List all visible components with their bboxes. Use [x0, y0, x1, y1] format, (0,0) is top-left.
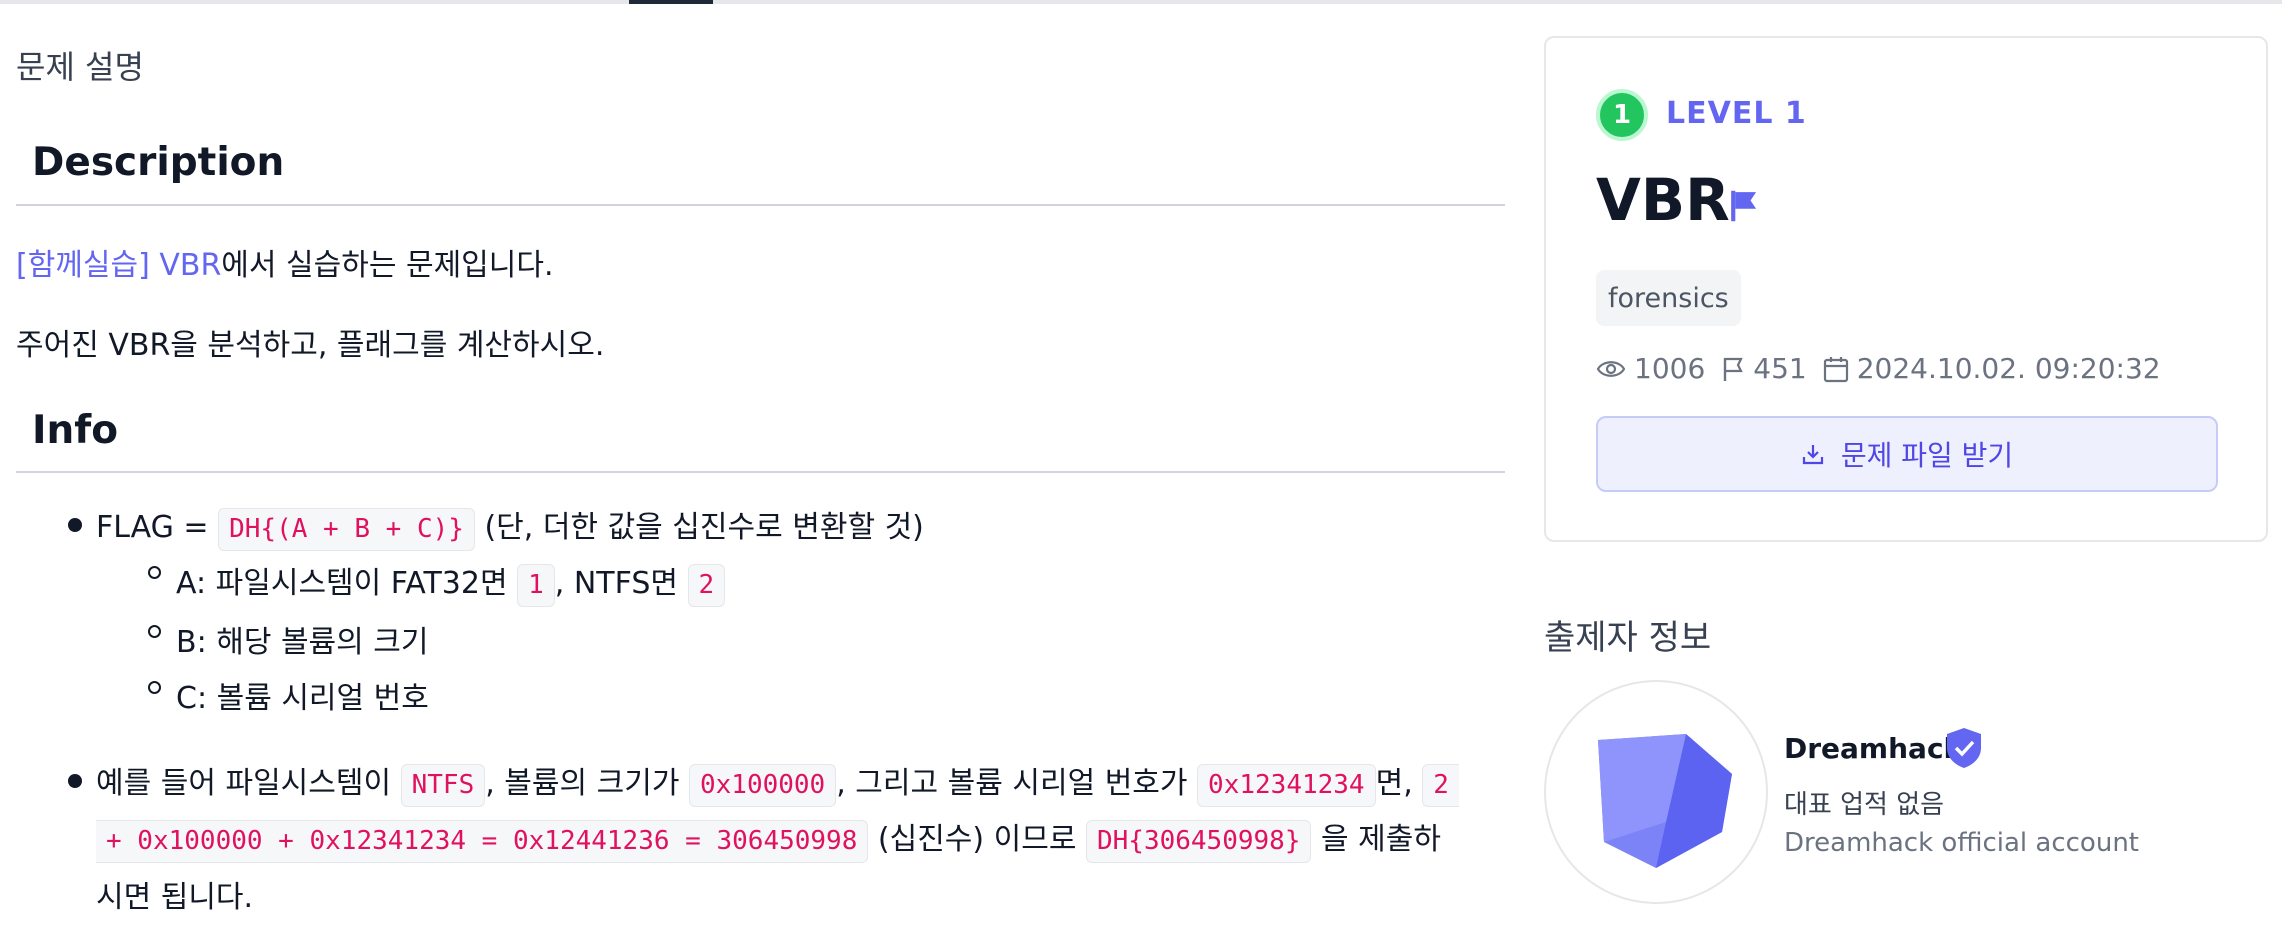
author-avatar[interactable]: [1544, 680, 1768, 904]
download-label: 문제 파일 받기: [1840, 439, 2014, 472]
sub-bullet: [148, 681, 161, 694]
b-item: B: 해당 볼륨의 크기: [176, 625, 429, 660]
example-line-2: + 0x100000 + 0x12341234 = 0x12441236 = 3…: [96, 814, 1441, 863]
a-prefix: A: 파일시스템이 FAT32면: [176, 566, 518, 601]
challenge-title: VBR: [1596, 166, 1730, 234]
example-calc-code-start: 2: [1422, 764, 1459, 807]
example-flag-code: DH{306450998}: [1085, 820, 1312, 863]
sub-bullet: [148, 566, 161, 579]
a-mid: , NTFS면: [554, 566, 688, 601]
level-badge: 1: [1596, 89, 1648, 141]
info-heading: Info: [32, 408, 119, 453]
date-stat: 2024.10.02. 09:20:32: [1823, 352, 2161, 385]
bullet-dot: [68, 518, 82, 532]
a-item: A: 파일시스템이 FAT32면 1, NTFS면 2: [176, 558, 726, 607]
description-heading: Description: [32, 140, 285, 185]
category-tag[interactable]: forensics: [1596, 270, 1741, 326]
verified-shield-icon: [1947, 728, 1981, 768]
author-name[interactable]: Dreamhack: [1784, 732, 1962, 765]
a-code-ntfs: 2: [687, 564, 726, 607]
instruction-paragraph: 주어진 VBR을 분석하고, 플래그를 계산하시오.: [16, 328, 605, 363]
download-file-button[interactable]: 문제 파일 받기: [1596, 416, 2218, 492]
example-mid2: , 그리고 볼륨 시리얼 번호가: [836, 766, 1198, 801]
example-size-code: 0x100000: [688, 764, 837, 807]
divider: [16, 204, 1505, 206]
flag-suffix: (단, 더한 값을 십진수로 변환할 것): [474, 510, 924, 545]
example-fs-code: NTFS: [400, 764, 486, 807]
a-code-fat32: 1: [517, 564, 555, 607]
author-achievement: 대표 업적 없음: [1784, 790, 1945, 820]
sub-bullet: [148, 625, 161, 638]
example-suffix: 을 제출하: [1311, 822, 1441, 857]
c-item: C: 볼륨 시리얼 번호: [176, 681, 429, 716]
intro-paragraph: [함께실습] VBR에서 실습하는 문제입니다.: [16, 240, 554, 284]
calendar-icon: [1823, 356, 1848, 382]
example-serial-code: 0x12341234: [1197, 764, 1376, 807]
flag-icon: [1731, 190, 1757, 222]
challenge-info-card: 1 LEVEL 1 VBR forensics 1006 451 2024.10…: [1544, 36, 2268, 542]
practice-link[interactable]: [함께실습] VBR: [16, 248, 221, 283]
views-stat: 1006: [1596, 352, 1705, 385]
example-line-3: 시면 됩니다.: [96, 880, 254, 915]
example-mid1: , 볼륨의 크기가: [485, 766, 689, 801]
example-prefix: 예를 들어 파일시스템이: [96, 766, 401, 801]
challenge-stats: 1006 451 2024.10.02. 09:20:32: [1596, 352, 2177, 385]
divider: [16, 471, 1505, 473]
flag-format-code: DH{(A + B + C)}: [218, 508, 475, 551]
flag-format-item: FLAG = DH{(A + B + C)} (단, 더한 값을 십진수로 변환…: [96, 502, 924, 551]
section-title: 문제 설명: [16, 48, 144, 86]
views-count: 1006: [1634, 352, 1706, 385]
dreamhack-logo-icon: [1598, 734, 1732, 868]
intro-text: 에서 실습하는 문제입니다.: [221, 248, 554, 283]
eye-icon: [1596, 360, 1626, 377]
problem-description-panel: 문제 설명 Description [함께실습] VBR에서 실습하는 문제입니…: [0, 0, 1505, 928]
bullet-dot: [68, 774, 82, 788]
solves-count: 451: [1753, 352, 1807, 385]
created-date: 2024.10.02. 09:20:32: [1856, 352, 2161, 385]
author-section-title: 출제자 정보: [1544, 618, 1712, 658]
solves-stat: 451: [1721, 352, 1807, 385]
level-label: LEVEL 1: [1666, 96, 1807, 131]
example-mid4: (십진수) 이므로: [868, 822, 1086, 857]
example-calc-code: + 0x100000 + 0x12341234 = 0x12441236 = 3…: [96, 820, 869, 863]
flag-prefix: FLAG =: [96, 510, 219, 545]
download-icon: [1802, 445, 1823, 465]
example-line-1: 예를 들어 파일시스템이 NTFS, 볼륨의 크기가 0x100000, 그리고…: [96, 758, 1459, 807]
author-description: Dreamhack official account: [1784, 828, 2139, 858]
example-mid3: 면,: [1375, 766, 1423, 801]
flag-outline-icon: [1724, 357, 1744, 381]
